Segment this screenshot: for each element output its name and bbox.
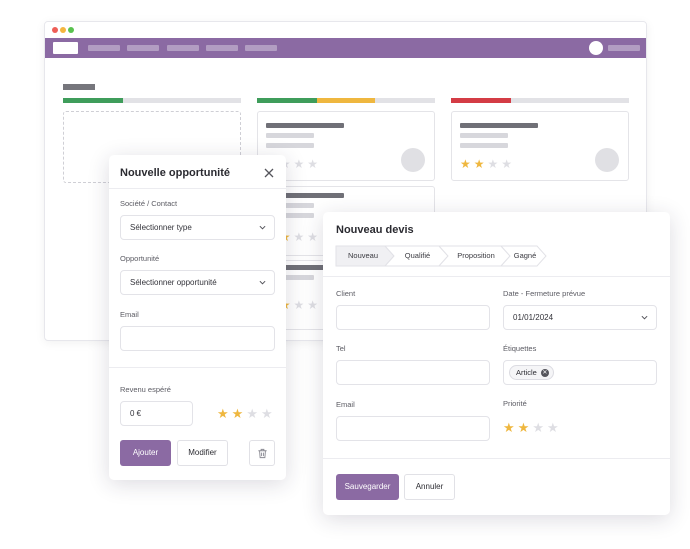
header-divider (323, 276, 670, 277)
section-divider (109, 367, 286, 368)
star-icon[interactable]: ★ (503, 420, 518, 435)
pipeline-stepper: Nouveau Qualifié Proposition Gagné (335, 245, 547, 267)
card-title-placeholder (460, 123, 538, 128)
card-rating: ★★★★ (460, 157, 516, 171)
star-icon[interactable]: ★ (246, 406, 261, 421)
footer-divider (323, 458, 670, 459)
close-date-label: Date - Fermeture prévue (503, 289, 586, 298)
chevron-down-icon (259, 225, 266, 230)
opportunity-label: Opportunité (120, 254, 160, 263)
priority-label: Priorité (503, 399, 527, 408)
column-progress-bar (451, 98, 629, 103)
chevron-down-icon (641, 315, 648, 320)
trash-icon (258, 448, 267, 459)
client-label: Client (336, 289, 356, 298)
column-progress-bar (63, 98, 241, 103)
add-button[interactable]: Ajouter (120, 440, 171, 466)
close-date-value: 01/01/2024 (513, 313, 554, 322)
card-line-placeholder (460, 143, 508, 148)
nav-item[interactable] (167, 45, 199, 51)
dialog-title: Nouvelle opportunité (120, 167, 230, 179)
progress-segment-yellow (317, 98, 375, 103)
delete-button[interactable] (249, 440, 275, 466)
column-progress-bar (257, 98, 435, 103)
window-titlebar (45, 22, 646, 38)
card-line-placeholder (266, 143, 314, 148)
remove-tag-icon[interactable]: ✕ (540, 368, 549, 377)
close-date-select[interactable]: 01/01/2024 (503, 305, 657, 330)
header-divider (109, 188, 286, 189)
kanban-card[interactable]: ★★★★ (451, 111, 629, 181)
card-avatar (595, 148, 619, 172)
card-line-placeholder (266, 133, 314, 138)
nav-item[interactable] (206, 45, 238, 51)
rating-stars[interactable]: ★★★★ (217, 407, 276, 420)
email-label: Email (336, 400, 355, 409)
window-close-dot[interactable] (52, 27, 58, 33)
dialog-title: Nouveau devis (336, 224, 414, 236)
edit-button[interactable]: Modifier (177, 440, 228, 466)
window-minimize-dot[interactable] (60, 27, 66, 33)
expected-revenue-label: Revenu espéré (120, 385, 171, 394)
star-icon[interactable]: ★ (261, 406, 276, 421)
priority-stars[interactable]: ★★★★ (503, 421, 562, 434)
tel-label: Tel (336, 344, 346, 353)
tag-chip-label: Article (516, 368, 537, 377)
nav-item[interactable] (127, 45, 159, 51)
save-button[interactable]: Sauvegarder (336, 474, 399, 500)
opportunity-value: Sélectionner opportunité (130, 278, 217, 287)
email-label: Email (120, 310, 139, 319)
user-name-placeholder[interactable] (608, 45, 640, 51)
app-logo[interactable] (53, 42, 78, 54)
window-maximize-dot[interactable] (68, 27, 74, 33)
step-qualifie[interactable]: Qualifié (391, 245, 444, 267)
tel-field[interactable] (336, 360, 490, 385)
cancel-button[interactable]: Annuler (404, 474, 455, 500)
star-icon[interactable]: ★ (217, 406, 232, 421)
new-opportunity-dialog: Nouvelle opportunité Société / Contact S… (109, 155, 286, 480)
new-quote-dialog: Nouveau devis Nouveau Qualifié Propositi… (323, 212, 670, 515)
progress-segment-green (63, 98, 123, 103)
star-icon[interactable]: ★ (232, 406, 247, 421)
email-field[interactable] (336, 416, 490, 441)
client-field[interactable] (336, 305, 490, 330)
expected-revenue-input[interactable]: 0 € (120, 401, 193, 426)
card-title-placeholder (266, 123, 344, 128)
step-gagne[interactable]: Gagné (507, 245, 543, 267)
top-navbar (45, 38, 646, 58)
company-contact-select[interactable]: Sélectionner type (120, 215, 275, 240)
star-icon[interactable]: ★ (532, 420, 547, 435)
email-field[interactable] (120, 326, 275, 351)
progress-segment-green (257, 98, 317, 103)
close-icon[interactable] (264, 168, 274, 178)
step-nouveau[interactable]: Nouveau (337, 245, 389, 267)
company-contact-value: Sélectionner type (130, 223, 192, 232)
tags-label: Étiquettes (503, 344, 537, 353)
card-avatar (401, 148, 425, 172)
nav-item[interactable] (245, 45, 277, 51)
star-icon[interactable]: ★ (518, 420, 533, 435)
user-avatar[interactable] (589, 41, 603, 55)
progress-segment-red (451, 98, 511, 103)
chevron-down-icon (259, 280, 266, 285)
tag-chip[interactable]: Article ✕ (509, 365, 554, 380)
nav-item[interactable] (88, 45, 120, 51)
column-title-placeholder (63, 84, 95, 90)
card-line-placeholder (460, 133, 508, 138)
star-icon[interactable]: ★ (547, 420, 562, 435)
step-proposition[interactable]: Proposition (445, 245, 507, 267)
opportunity-select[interactable]: Sélectionner opportunité (120, 270, 275, 295)
company-contact-label: Société / Contact (120, 199, 178, 208)
